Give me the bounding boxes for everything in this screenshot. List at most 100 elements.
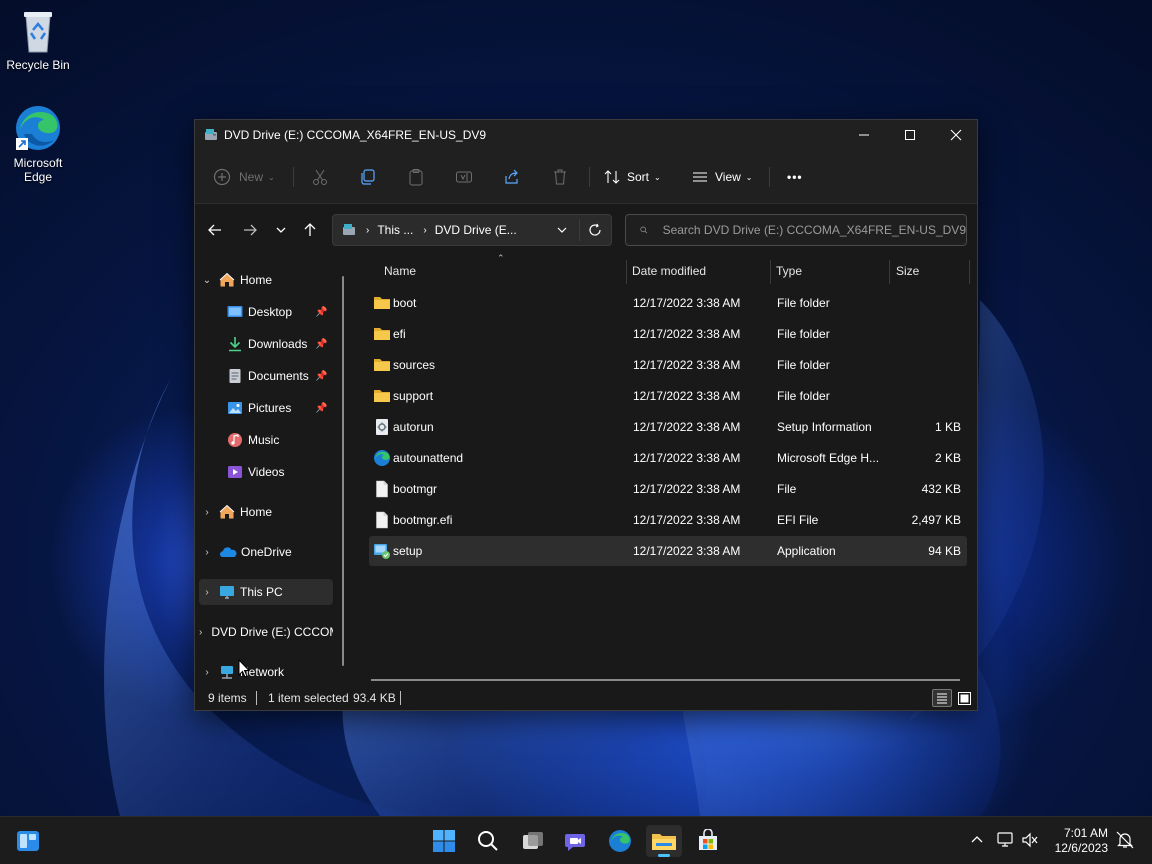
- chevron-right-icon[interactable]: ›: [199, 547, 215, 558]
- clock[interactable]: 7:01 AM 12/6/2023: [1055, 826, 1108, 856]
- nav-pane-scrollbar[interactable]: [342, 276, 344, 666]
- column-date-modified[interactable]: Date modified: [632, 264, 706, 278]
- recent-locations-button[interactable]: [271, 220, 291, 240]
- chevron-right-icon[interactable]: ›: [199, 667, 215, 678]
- status-bar: 9 items 1 item selected 93.4 KB: [195, 686, 977, 710]
- task-view-button[interactable]: [515, 825, 551, 857]
- up-button[interactable]: [300, 220, 320, 240]
- file-name: boot: [393, 296, 417, 310]
- copy-button[interactable]: [359, 162, 377, 192]
- widgets-button[interactable]: [10, 825, 46, 857]
- nav-item-desktop[interactable]: Desktop 📌: [227, 299, 333, 325]
- sort-indicator-icon: ⌃: [497, 253, 505, 263]
- share-button[interactable]: [503, 162, 521, 192]
- column-type[interactable]: Type: [776, 264, 802, 278]
- thumbnail-view-button[interactable]: [955, 689, 973, 707]
- file-size: 2,497 KB: [911, 513, 961, 527]
- close-button[interactable]: [933, 120, 979, 150]
- volume-tray-button[interactable]: [1021, 832, 1039, 851]
- file-type: Application: [777, 544, 836, 558]
- address-field[interactable]: › This ... › DVD Drive (E...: [332, 214, 612, 246]
- column-divider[interactable]: [770, 260, 771, 284]
- active-indicator: [658, 854, 670, 857]
- chevron-down-icon[interactable]: ⌄: [199, 275, 215, 286]
- maximize-button[interactable]: [887, 120, 933, 150]
- file-type: File: [777, 482, 797, 496]
- sort-button[interactable]: Sort ⌄: [603, 162, 661, 192]
- store-taskbar-button[interactable]: [690, 825, 726, 857]
- nav-item-network[interactable]: › Network: [199, 659, 333, 685]
- windows-start-icon: [433, 830, 455, 852]
- file-row-support[interactable]: support 12/17/2022 3:38 AM File folder: [369, 381, 967, 411]
- file-name: support: [393, 389, 434, 403]
- nav-label: Home: [240, 273, 273, 287]
- chevron-right-icon[interactable]: ›: [199, 587, 215, 598]
- column-divider[interactable]: [626, 260, 627, 284]
- column-divider[interactable]: [969, 260, 970, 284]
- nav-label: Documents: [248, 369, 309, 383]
- details-view-button[interactable]: [932, 689, 952, 707]
- search-taskbar-button[interactable]: [470, 825, 506, 857]
- file-row-boot[interactable]: boot 12/17/2022 3:38 AM File folder: [369, 288, 967, 318]
- nav-item-dvd-drive[interactable]: › DVD Drive (E:) CCCOMA_X64FRE_EN-US_DV9: [199, 619, 333, 645]
- file-row-efi[interactable]: efi 12/17/2022 3:38 AM File folder: [369, 319, 967, 349]
- cut-button[interactable]: [311, 162, 329, 192]
- rename-button[interactable]: [455, 162, 473, 192]
- minimize-button[interactable]: [841, 120, 887, 150]
- network-tray-button[interactable]: [997, 832, 1015, 851]
- file-row-sources[interactable]: sources 12/17/2022 3:38 AM File folder: [369, 350, 967, 380]
- delete-icon: [554, 169, 566, 185]
- teams-chat-button[interactable]: [558, 825, 594, 857]
- chevron-right-icon[interactable]: ›: [199, 507, 215, 518]
- nav-item-videos[interactable]: Videos: [227, 459, 333, 485]
- delete-button[interactable]: [551, 162, 569, 192]
- file-explorer-taskbar-button[interactable]: [646, 825, 682, 857]
- more-options-button[interactable]: •••: [787, 162, 803, 192]
- chevron-right-icon[interactable]: ›: [199, 627, 202, 638]
- back-button[interactable]: [205, 220, 225, 240]
- address-dropdown-icon[interactable]: [556, 224, 568, 236]
- desktop-icon-edge[interactable]: Microsoft Edge: [0, 104, 76, 184]
- column-name[interactable]: Name: [384, 264, 416, 278]
- breadcrumb-this-pc[interactable]: This ...: [377, 223, 413, 237]
- horizontal-scrollbar[interactable]: [371, 679, 960, 681]
- notifications-button[interactable]: [1116, 831, 1134, 852]
- new-button[interactable]: New ⌄: [213, 162, 275, 192]
- desktop-icon-recycle-bin[interactable]: Recycle Bin: [0, 8, 76, 72]
- file-row-bootmgr-efi[interactable]: bootmgr.efi 12/17/2022 3:38 AM EFI File 2,4…: [369, 505, 967, 535]
- forward-button[interactable]: [240, 220, 260, 240]
- show-hidden-icons-button[interactable]: [970, 833, 984, 850]
- view-button[interactable]: View ⌄: [691, 162, 753, 192]
- nav-item-downloads[interactable]: Downloads 📌: [227, 331, 333, 357]
- nav-item-onedrive[interactable]: › OneDrive: [199, 539, 333, 565]
- thumbnail-view-icon: [957, 691, 971, 705]
- column-size[interactable]: Size: [896, 264, 919, 278]
- nav-item-music[interactable]: Music: [227, 427, 333, 453]
- new-plus-icon: [213, 168, 231, 186]
- file-row-autounattend[interactable]: autounattend 12/17/2022 3:38 AM Microsoft …: [369, 443, 967, 473]
- title-bar[interactable]: DVD Drive (E:) CCCOMA_X64FRE_EN-US_DV9: [195, 120, 977, 150]
- search-box[interactable]: Search DVD Drive (E:) CCCOMA_X64FRE_EN-U…: [625, 214, 967, 246]
- home-icon: [219, 504, 235, 519]
- file-row-bootmgr[interactable]: bootmgr 12/17/2022 3:38 AM File 432 KB: [369, 474, 967, 504]
- start-button[interactable]: [426, 825, 462, 857]
- view-icon: [693, 172, 707, 182]
- file-row-autorun[interactable]: autorun 12/17/2022 3:38 AM Setup Informati…: [369, 412, 967, 442]
- nav-item-home-2[interactable]: › Home: [199, 499, 333, 525]
- nav-label: DVD Drive (E:) CCCOMA_X64FRE_EN-US_DV9: [211, 625, 333, 639]
- refresh-icon[interactable]: [588, 223, 602, 237]
- music-icon: [228, 433, 242, 447]
- file-row-setup[interactable]: setup 12/17/2022 3:38 AM Application 94 KB: [369, 536, 967, 566]
- file-date-modified: 12/17/2022 3:38 AM: [633, 482, 741, 496]
- nav-item-pictures[interactable]: Pictures 📌: [227, 395, 333, 421]
- view-chevron-down-icon: ⌄: [745, 172, 753, 182]
- nav-item-documents[interactable]: Documents 📌: [227, 363, 333, 389]
- nav-item-this-pc[interactable]: › This PC: [199, 579, 333, 605]
- chevron-down-icon: [276, 227, 286, 233]
- nav-item-home[interactable]: ⌄ Home: [199, 267, 333, 293]
- edge-taskbar-button[interactable]: [602, 825, 638, 857]
- breadcrumb-dvd-drive[interactable]: DVD Drive (E...: [435, 223, 517, 237]
- paste-button[interactable]: [407, 162, 425, 192]
- file-type: File folder: [777, 296, 830, 310]
- column-divider[interactable]: [889, 260, 890, 284]
